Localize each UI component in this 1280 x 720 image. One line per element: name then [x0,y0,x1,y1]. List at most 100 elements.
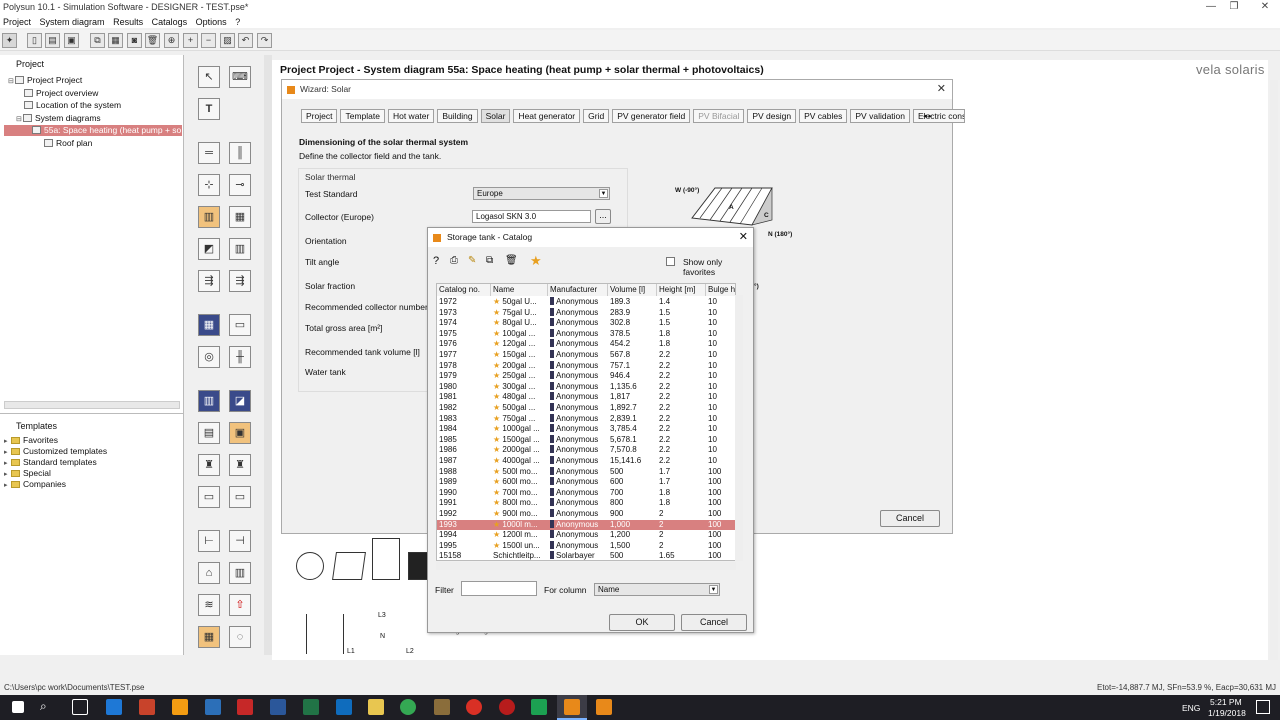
print-icon[interactable]: ⎙ [450,255,458,266]
pool-icon[interactable]: ≋ [198,594,220,616]
tab-hot-water[interactable]: Hot water [387,109,435,123]
storage-tank-icon[interactable]: ▦ [229,206,251,228]
help-icon[interactable]: ? [433,255,439,267]
catalog-vscrollbar[interactable] [735,295,743,561]
table-row[interactable]: 15158 Schichtleitp... Solarbayer 500 1.65 100 [437,551,735,560]
table-row[interactable]: 1973 ★ 75gal U... Anonymous 283.9 1.5 10 [437,307,735,319]
washing-machine[interactable] [296,552,324,580]
table-row[interactable]: 1992 ★ 900l mo... Anonymous 900 2 100 [437,509,735,520]
illustrator-icon[interactable] [172,699,188,715]
app-icon[interactable] [466,699,482,715]
photoshop-icon[interactable] [205,699,221,715]
collector-icon[interactable]: ◩ [198,238,220,260]
column-volume[interactable]: Volume [l] [608,284,657,296]
table-row[interactable]: 1986 ★ 2000gal ... Anonymous 7,570.8 2.2 10 [437,445,735,456]
column-bulge[interactable]: Bulge h [706,284,735,296]
table-row[interactable]: 1988 ★ 500l mo... Anonymous 500 1.7 100 [437,466,735,478]
controller-icon[interactable]: ▭ [198,486,220,508]
palette-scrollbar[interactable] [264,55,272,655]
copy-icon[interactable]: ⧉ [486,255,493,266]
tab-pv-cables[interactable]: PV cables [799,109,848,123]
tab-pv-bifacial[interactable]: PV Bifacial [693,109,745,123]
paste-icon[interactable]: ▦ [108,33,123,48]
clock-date[interactable]: 1/19/2018 [1208,708,1246,718]
sensor-icon[interactable]: ⊢ [198,530,220,552]
file-explorer-icon[interactable] [368,699,384,715]
text-tool-icon[interactable]: T [198,98,220,120]
inverter-component[interactable] [408,552,428,580]
task-view-icon[interactable] [72,699,88,715]
zoom-fit-icon[interactable]: ⊕ [164,33,179,48]
delete-icon[interactable]: 🗑 [145,33,160,48]
floor-heating-icon[interactable]: ▥ [229,562,251,584]
tree-item-diagram-55a[interactable]: 55a: Space heating (heat pump + so [4,125,182,136]
template-companies[interactable]: ▸ Companies [4,479,66,489]
gimp-icon[interactable] [434,699,450,715]
tab-building[interactable]: Building [437,109,478,123]
pv-array-icon[interactable]: ▥ [198,390,220,412]
heat-load-icon[interactable]: ⇧ [229,594,251,616]
pointer-tool-icon[interactable]: ↖ [198,66,220,88]
zoom-out-icon[interactable]: − [201,33,216,48]
washing-machine-icon[interactable]: ◎ [198,346,220,368]
table-row[interactable]: 1981 ★ 480gal ... Anonymous 1,817 2.2 10 [437,392,735,403]
table-row[interactable]: 1983 ★ 750gal ... Anonymous 2,839.1 2.2 10 [437,413,735,425]
keyboard-tool-icon[interactable]: ⌨ [229,66,251,88]
new-file-icon[interactable]: ▯ [27,33,42,48]
template-customized[interactable]: ▸ Customized templates [4,446,107,456]
valve-icon[interactable]: ⊹ [198,174,220,196]
windows-start-icon[interactable] [12,701,24,713]
delete-icon[interactable]: 🗑 [505,255,518,266]
table-row[interactable]: 1977 ★ 150gal ... Anonymous 567.8 2.2 10 [437,350,735,361]
table-row[interactable]: 1976 ★ 120gal ... Anonymous 454.2 1.8 10 [437,339,735,350]
favorites-checkbox[interactable] [666,257,675,266]
menu-system-diagram[interactable]: System diagram [37,15,108,29]
tab-scroll-arrows-icon[interactable]: ◂ ▸ [923,112,932,120]
green-app-icon[interactable] [531,699,547,715]
tab-solar[interactable]: Solar [480,109,511,123]
table-row[interactable]: 1974 ★ 80gal U... Anonymous 302.8 1.5 10 [437,318,735,329]
column-height[interactable]: Height [m] [657,284,706,296]
tab-project[interactable]: Project [301,109,338,123]
test-standard-select[interactable]: Europe ▼ [473,187,610,200]
pump-icon[interactable]: ⊸ [229,174,251,196]
fireplace-icon[interactable]: ♜ [198,454,220,476]
template-standard[interactable]: ▸ Standard templates [4,457,97,467]
chrome-icon[interactable] [400,699,416,715]
search-icon[interactable]: ⌕ [40,699,56,715]
table-row[interactable]: 1975 ★ 100gal ... Anonymous 378.5 1.8 10 [437,328,735,340]
pv-module-icon[interactable]: ▦ [198,314,220,336]
table-row[interactable]: 1980 ★ 300gal ... Anonymous 1,135.6 2.2 10 [437,381,735,393]
menu-results[interactable]: Results [110,15,146,29]
table-row[interactable]: 1979 ★ 250gal ... Anonymous 946.4 2.2 10 [437,371,735,382]
zoom-in-icon[interactable]: + [183,33,198,48]
menu-project[interactable]: Project [0,15,34,29]
tab-pv-validation[interactable]: PV validation [850,109,911,123]
close-icon[interactable]: ✕ [937,80,946,99]
tree-item-roof-plan[interactable]: Roof plan [44,138,92,148]
template-special[interactable]: ▸ Special [4,468,51,478]
tab-pv-generator-field[interactable]: PV generator field [612,109,691,123]
chimney-icon[interactable]: ♜ [229,454,251,476]
pipe-vertical-icon[interactable]: ║ [229,142,251,164]
table-row[interactable]: 1978 ★ 200gal ... Anonymous 757.1 2.2 10 [437,360,735,372]
tree-item-overview[interactable]: Project overview [24,88,98,98]
cancel-button[interactable]: Cancel [681,614,747,631]
undo-icon[interactable]: ↶ [238,33,253,48]
table-row[interactable]: 1989 ★ 600l mo... Anonymous 600 1.7 100 [437,477,735,488]
camera-icon[interactable]: ◙ [127,33,142,48]
tree-item-location[interactable]: Location of the system [24,100,121,110]
table-row[interactable]: 1985 ★ 1500gal ... Anonymous 5,678.1 2.2 10 [437,434,735,446]
controller-2-icon[interactable]: ▭ [229,486,251,508]
copy-icon[interactable]: ⧉ [90,33,105,48]
sensor-2-icon[interactable]: ⊣ [229,530,251,552]
excel-icon[interactable] [303,699,319,715]
tab-template[interactable]: Template [340,109,385,123]
tab-pv-design[interactable]: PV design [747,109,797,123]
tab-heat-generator[interactable]: Heat generator [513,109,581,123]
table-row[interactable]: 1972 ★ 50gal U... Anonymous 189.3 1.4 10 [437,297,735,308]
language-indicator[interactable]: ENG [1182,703,1200,713]
tree-hscrollbar[interactable] [4,401,180,409]
redo-icon[interactable]: ↷ [257,33,272,48]
for-column-select[interactable]: Name ▼ [594,583,720,596]
